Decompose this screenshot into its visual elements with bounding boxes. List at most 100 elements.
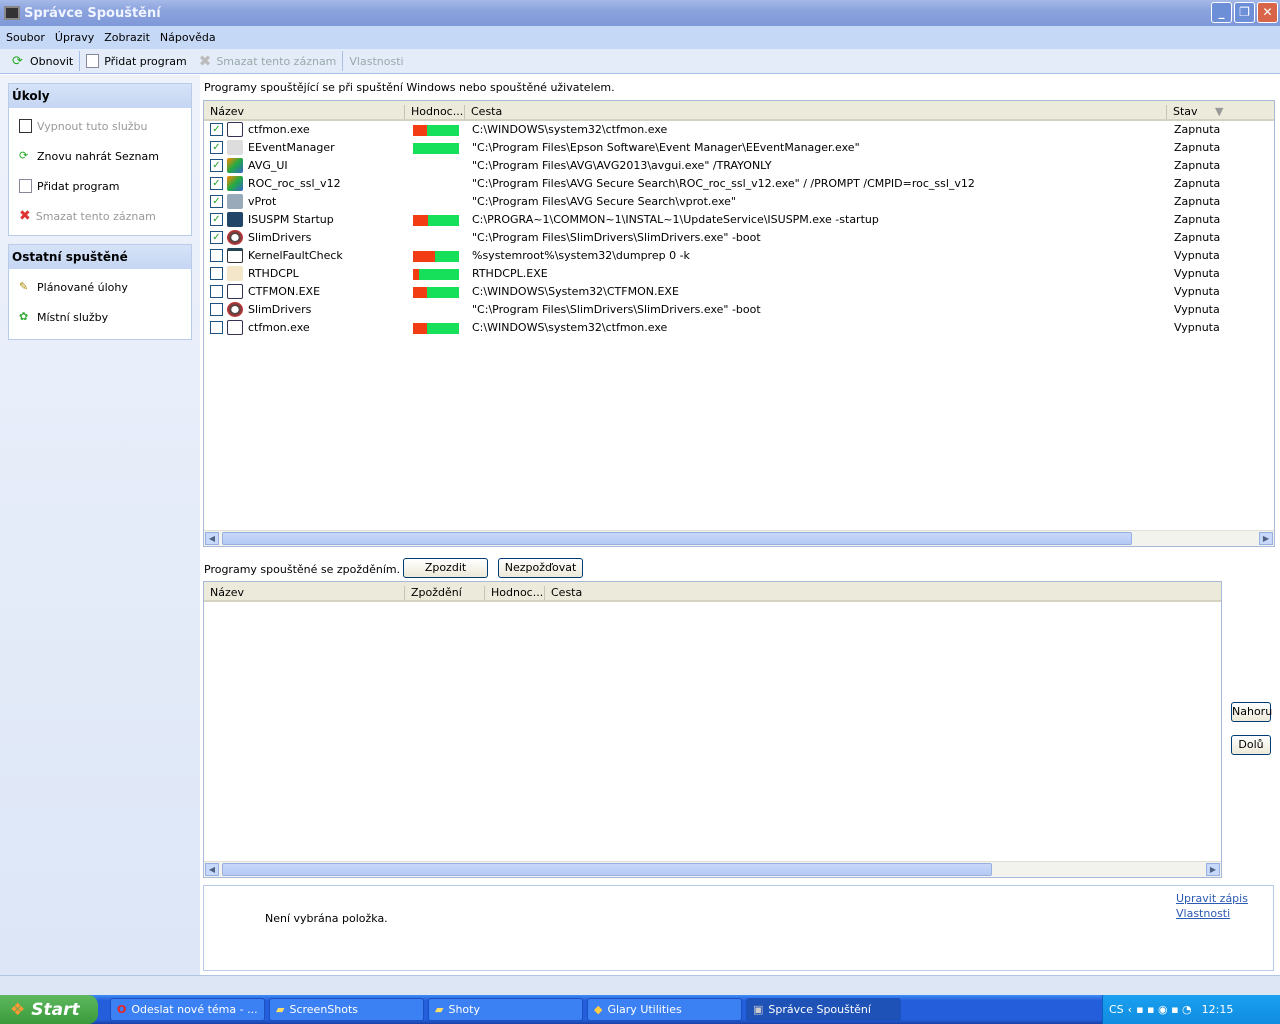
scroll-thumb[interactable] xyxy=(222,532,1132,545)
enable-checkbox[interactable] xyxy=(210,285,223,298)
enable-checkbox[interactable]: ✓ xyxy=(210,141,223,154)
table-row[interactable]: ✓ AVG_UI "C:\Program Files\AVG\AVG2013\a… xyxy=(204,157,1274,175)
task-label: Správce Spouštění xyxy=(768,1003,871,1016)
move-up-button[interactable]: Nahoru xyxy=(1231,702,1272,722)
task-add-program[interactable]: Přidat program xyxy=(9,171,191,201)
table-row[interactable]: ✓ SlimDrivers "C:\Program Files\SlimDriv… xyxy=(204,229,1274,247)
details-panel: Není vybrána položka. Upravit zápis Vlas… xyxy=(203,885,1274,971)
table-row[interactable]: ✓ vProt "C:\Program Files\AVG Secure Sea… xyxy=(204,193,1274,211)
no-delay-button[interactable]: Nezpožďovat xyxy=(498,558,583,578)
col-delay[interactable]: Zpoždění xyxy=(404,586,462,600)
entry-status: Zapnuta xyxy=(1174,159,1221,172)
rating-bar xyxy=(413,251,459,262)
table-row[interactable]: ✓ ROC_roc_ssl_v12 "C:\Program Files\AVG … xyxy=(204,175,1274,193)
col-rating[interactable]: Hodnoc... xyxy=(404,105,463,119)
col-name[interactable]: Název xyxy=(204,105,244,119)
enable-checkbox[interactable] xyxy=(210,267,223,280)
window-icon xyxy=(227,248,243,263)
installer-icon xyxy=(227,194,243,209)
table-row[interactable]: ✓ EEventManager "C:\Program Files\Epson … xyxy=(204,139,1274,157)
taskbar-item-shoty[interactable]: ▰ Shoty xyxy=(428,998,583,1021)
col-path[interactable]: Cesta xyxy=(544,586,582,600)
rating-bad-fill xyxy=(413,125,427,136)
refresh-button[interactable]: ⟳ Obnovit xyxy=(6,50,79,72)
no-selection-text: Není vybrána položka. xyxy=(265,912,388,925)
table-row[interactable]: CTFMON.EXE C:\WINDOWS\System32\CTFMON.EX… xyxy=(204,283,1274,301)
task-reload-list[interactable]: ⟳ Znovu nahrát Seznam xyxy=(9,141,191,171)
menu-file[interactable]: Soubor xyxy=(6,31,45,44)
tray-expand-icon[interactable]: ‹ xyxy=(1128,1003,1132,1016)
table-row[interactable]: SlimDrivers "C:\Program Files\SlimDriver… xyxy=(204,301,1274,319)
task-disable-service[interactable]: Vypnout tuto službu xyxy=(9,111,191,141)
task-delete-entry[interactable]: ✖ Smazat tento záznam xyxy=(9,201,191,231)
refresh-icon: ⟳ xyxy=(19,149,29,162)
enable-checkbox[interactable]: ✓ xyxy=(210,195,223,208)
document-icon xyxy=(19,179,32,193)
col-path[interactable]: Cesta xyxy=(464,105,502,119)
entry-status: Zapnuta xyxy=(1174,195,1221,208)
entry-name: ISUSPM Startup xyxy=(248,213,334,226)
menu-view[interactable]: Zobrazit xyxy=(104,31,150,44)
taskbar-item-startup-manager[interactable]: ▣ Správce Spouštění xyxy=(746,998,901,1021)
scroll-thumb[interactable] xyxy=(222,863,992,876)
other-panel: Ostatní spuštěné ✎ Plánované úlohy ✿ Místn… xyxy=(8,244,192,340)
enable-checkbox[interactable]: ✓ xyxy=(210,177,223,190)
taskbar-item-opera[interactable]: O Odeslat nové téma - ... xyxy=(110,998,265,1021)
enable-checkbox[interactable]: ✓ xyxy=(210,213,223,226)
local-services-link[interactable]: ✿ Místní služby xyxy=(9,302,191,332)
delete-entry-button[interactable]: ✖ Smazat tento záznam xyxy=(193,50,343,72)
rating-bad-fill xyxy=(413,323,427,334)
scroll-left-icon[interactable]: ◀ xyxy=(205,863,219,876)
col-name[interactable]: Název xyxy=(204,586,244,600)
enable-checkbox[interactable]: ✓ xyxy=(210,159,223,172)
properties-link[interactable]: Vlastnosti xyxy=(1176,907,1248,920)
table-row[interactable]: RTHDCPL RTHDCPL.EXE Vypnuta xyxy=(204,265,1274,283)
scheduled-tasks-link[interactable]: ✎ Plánované úlohy xyxy=(9,272,191,302)
taskbar-item-screenshots[interactable]: ▰ ScreenShots xyxy=(269,998,424,1021)
entry-status: Zapnuta xyxy=(1174,141,1221,154)
entry-name: SlimDrivers xyxy=(248,231,312,244)
rating-bar xyxy=(413,287,459,298)
enable-checkbox[interactable]: ✓ xyxy=(210,123,223,136)
table-row[interactable]: KernelFaultCheck %systemroot%\system32\d… xyxy=(204,247,1274,265)
close-button[interactable]: ✕ xyxy=(1257,2,1278,23)
move-down-button[interactable]: Dolů xyxy=(1231,735,1271,755)
scroll-right-icon[interactable]: ▶ xyxy=(1259,532,1273,545)
language-indicator[interactable]: CS xyxy=(1109,1003,1124,1016)
enable-checkbox[interactable] xyxy=(210,303,223,316)
slim-icon xyxy=(227,230,243,245)
table-row[interactable]: ctfmon.exe C:\WINDOWS\system32\ctfmon.ex… xyxy=(204,319,1274,337)
enable-checkbox[interactable] xyxy=(210,321,223,334)
menu-help[interactable]: Nápověda xyxy=(160,31,216,44)
taskbar-item-glary[interactable]: ◆ Glary Utilities xyxy=(587,998,742,1021)
properties-button[interactable]: Vlastnosti xyxy=(343,50,409,72)
scroll-right-icon[interactable]: ▶ xyxy=(1206,863,1220,876)
app-icon xyxy=(4,6,20,20)
edit-entry-link[interactable]: Upravit zápis xyxy=(1176,892,1248,905)
folder-icon: ▰ xyxy=(276,1003,285,1016)
minimize-button[interactable]: _ xyxy=(1211,2,1232,23)
delay-button[interactable]: Zpozdit xyxy=(403,558,488,578)
table-row[interactable]: ✓ ctfmon.exe C:\WINDOWS\system32\ctfmon.… xyxy=(204,121,1274,139)
enable-checkbox[interactable]: ✓ xyxy=(210,231,223,244)
task-label: Shoty xyxy=(448,1003,480,1016)
table-row[interactable]: ✓ ISUSPM Startup C:\PROGRA~1\COMMON~1\IN… xyxy=(204,211,1274,229)
startup-hscrollbar[interactable]: ◀ ▶ xyxy=(204,530,1274,546)
entry-path: "C:\Program Files\SlimDrivers\SlimDriver… xyxy=(472,303,761,316)
scroll-left-icon[interactable]: ◀ xyxy=(205,532,219,545)
col-status[interactable]: Stav ▼ xyxy=(1166,105,1274,119)
tray-icons[interactable]: ▪ ▪ ◉ ▪ ◔ xyxy=(1136,1003,1192,1016)
start-button[interactable]: ❖ Start xyxy=(0,995,98,1024)
enable-checkbox[interactable] xyxy=(210,249,223,262)
services-icon: ✿ xyxy=(19,310,29,323)
add-program-button[interactable]: Přidat program xyxy=(80,50,193,72)
refresh-icon: ⟳ xyxy=(12,54,23,69)
entry-status: Zapnuta xyxy=(1174,177,1221,190)
col-rating[interactable]: Hodnoc... xyxy=(484,586,543,600)
menu-edit[interactable]: Úpravy xyxy=(55,31,94,44)
delayed-hscrollbar[interactable]: ◀ ▶ xyxy=(204,861,1221,877)
window-title: Správce Spouštění xyxy=(24,5,161,21)
maximize-button[interactable]: ❐ xyxy=(1234,2,1255,23)
task-pane: Úkoly Vypnout tuto službu ⟳ Znovu nahrát … xyxy=(0,75,200,975)
sort-down-icon: ▼ xyxy=(1215,105,1224,118)
